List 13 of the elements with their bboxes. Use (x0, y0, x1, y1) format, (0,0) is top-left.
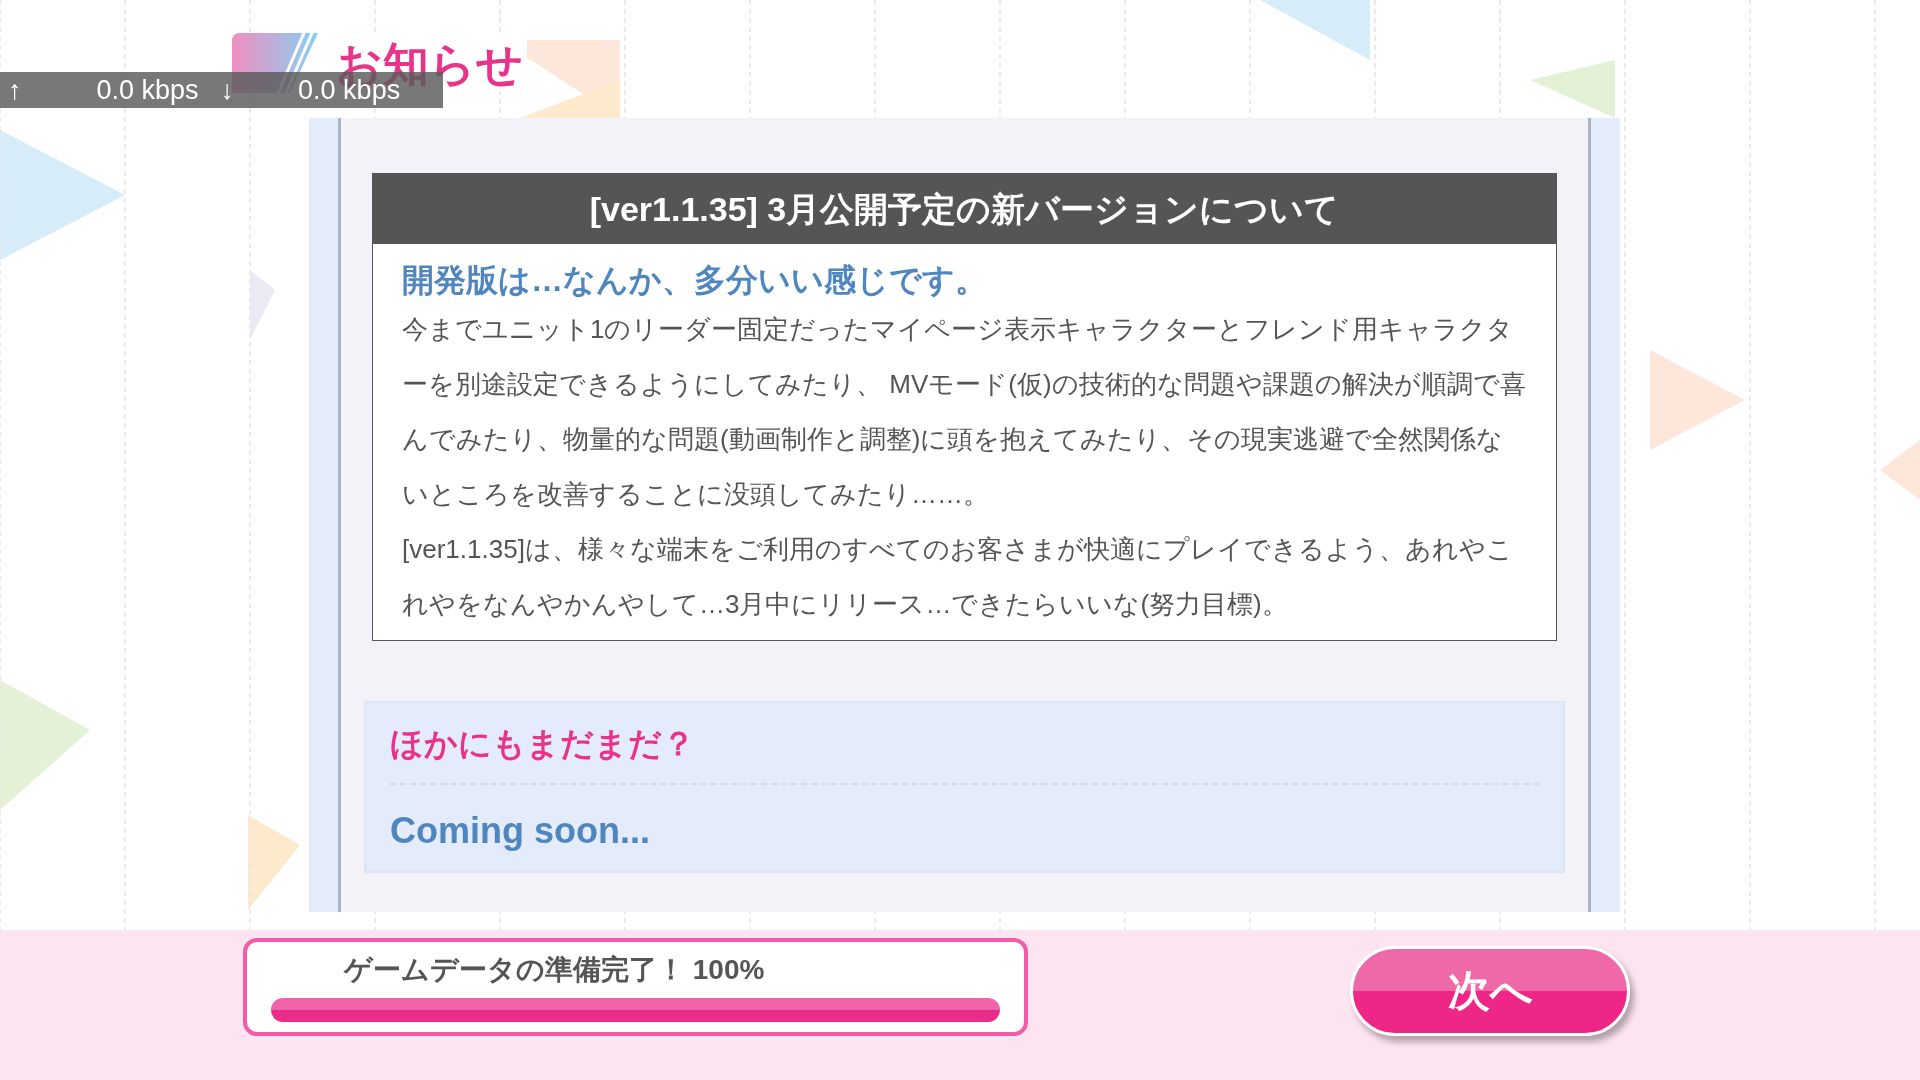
notice-paragraph: [ver1.1.35]は、様々な端末をご利用のすべてのお客さまが快適にプレイできるよう、あれやこれやをなんやかんやして…3月中にリリース…できたらいいな(努力目標)。 (402, 533, 1514, 621)
progress-label: ゲームデータの準備完了！ 100% (342, 953, 766, 987)
download-arrow: ↓ (220, 74, 235, 106)
next-button[interactable]: 次へ (1350, 946, 1630, 1036)
upload-arrow: ↑ (8, 74, 22, 106)
background-triangle (1880, 440, 1920, 500)
notice-title: [ver1.1.35] 3月公開予定の新バージョンについて (373, 174, 1556, 244)
section-heading: ほかにもまだまだ？ (390, 719, 1539, 785)
coming-soon-text: Coming soon... (390, 809, 651, 853)
notice-paragraph: 今までユニット1のリーダー固定だったマイページ表示キャラクターとフレンド用キャラクターを別途設定できるようにしてみたり、 MVモード(仮)の技術的な問題や課題の解決が順調で喜んでみたり、物量的な問題(動画制作と調整)に頭を抱えてみたり、その現実逃避で全然関係ないところを改善することに没頭してみたり……。 (402, 313, 1526, 511)
notice-subtitle: 開発版は…なんか、多分いい感じです。 (402, 261, 988, 300)
upload-rate: 0.0 kbps (96, 74, 199, 106)
background-triangle (250, 270, 275, 340)
